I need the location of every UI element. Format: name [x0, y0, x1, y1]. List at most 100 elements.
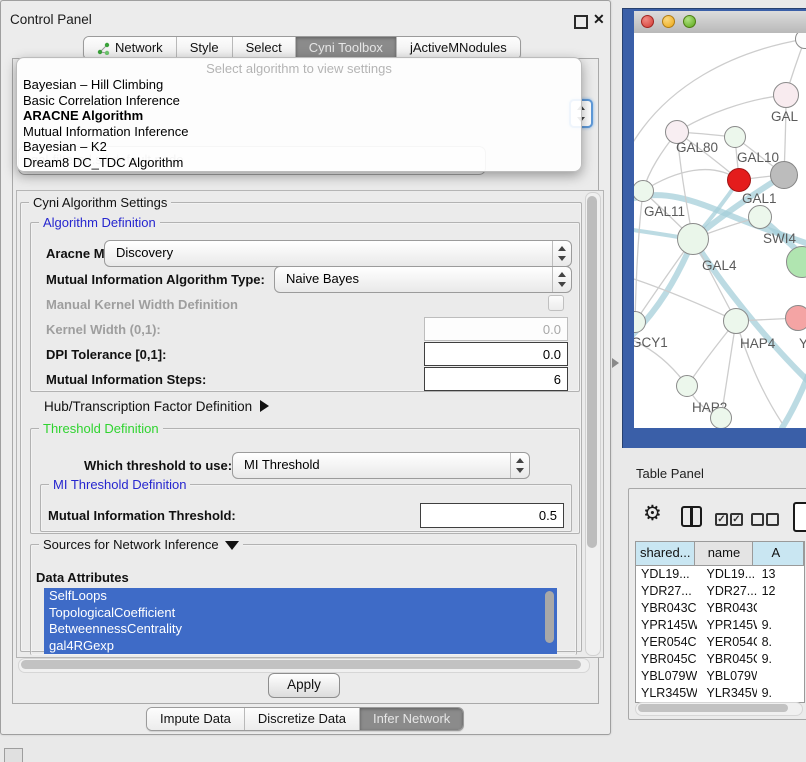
network-window-titlebar[interactable]	[634, 11, 806, 34]
column-header-partial[interactable]: A	[753, 542, 804, 565]
panel-grip-icon[interactable]	[4, 748, 23, 762]
table-cell[interactable]: YDL19...	[636, 566, 697, 583]
table-row[interactable]: YDL19...YDL19...13	[636, 566, 804, 583]
table-row[interactable]: YER054CYER054C8.	[636, 634, 804, 651]
table-row[interactable]: YBR045CYBR045C9.	[636, 651, 804, 668]
network-node-swi4[interactable]	[748, 205, 772, 229]
dropdown-item[interactable]: Mutual Information Inference	[23, 124, 575, 140]
attributes-list-scrollbar[interactable]	[544, 589, 556, 653]
sources-group-title[interactable]: Sources for Network Inference	[39, 537, 243, 552]
float-panel-icon[interactable]	[574, 15, 588, 29]
table-cell[interactable]: 12	[757, 583, 804, 600]
table-cell[interactable]: YBL079W	[697, 668, 757, 685]
unchecked-checkbox-icon[interactable]	[751, 513, 764, 526]
table-row[interactable]: YBL079WYBL079W	[636, 668, 804, 685]
table-cell[interactable]: YBR043C	[636, 600, 697, 617]
scrollbar-thumb[interactable]	[638, 704, 788, 712]
manual-kernel-width-label: Manual Kernel Width Definition	[46, 297, 238, 312]
network-node[interactable]	[710, 407, 732, 428]
tab-infer-network[interactable]: Infer Network	[360, 708, 463, 730]
tab-impute-data[interactable]: Impute Data	[147, 708, 245, 730]
attribute-list-item[interactable]: SelfLoops	[44, 588, 557, 605]
network-node-gal4[interactable]	[677, 223, 709, 255]
tab-network[interactable]: Network	[84, 37, 177, 59]
table-row[interactable]: YBR043CYBR043C	[636, 600, 804, 617]
table-cell[interactable]	[757, 600, 804, 617]
table-cell[interactable]: YDR27...	[636, 583, 697, 600]
mi-steps-field[interactable]: 6	[424, 367, 568, 391]
table-cell[interactable]: YER054C	[697, 634, 757, 651]
checked-checkbox-icon[interactable]: ✓	[715, 513, 728, 526]
table-cell[interactable]: YBR045C	[636, 651, 697, 668]
table-cell[interactable]: YDL19...	[697, 566, 757, 583]
tab-jactivemnodules[interactable]: jActiveMNodules	[397, 37, 520, 59]
table-cell[interactable]: 8.	[757, 634, 804, 651]
splitter-arrow-icon[interactable]	[612, 358, 619, 368]
attribute-list-item[interactable]: gal4RGexp	[44, 638, 557, 655]
dropdown-item[interactable]: Bayesian – K2	[23, 139, 575, 155]
network-canvas[interactable]: GALGAL80GAL10GAL1GAL11SWI4GAL4GCY1HAP4YH…	[634, 33, 806, 428]
table-cell[interactable]: YPR145W	[636, 617, 697, 634]
tab-select[interactable]: Select	[233, 37, 296, 59]
minimize-window-icon[interactable]	[662, 15, 675, 28]
close-panel-icon[interactable]: ✕	[593, 11, 605, 28]
dpi-tolerance-field[interactable]: 0.0	[424, 342, 568, 366]
table-cell[interactable]: 9.	[757, 651, 804, 668]
hub-definition-toggle[interactable]: Hub/Transcription Factor Definition	[44, 399, 269, 414]
aracne-mode-combobox[interactable]: Discovery	[104, 240, 572, 267]
table-cell[interactable]: YDR27...	[697, 583, 757, 600]
table-cell[interactable]: 9.	[757, 685, 804, 702]
table-cell[interactable]	[757, 668, 804, 685]
table-cell[interactable]: YLR345W	[697, 685, 757, 702]
mi-threshold-field[interactable]: 0.5	[420, 503, 564, 528]
column-header-name[interactable]: name	[695, 542, 753, 565]
close-window-icon[interactable]	[641, 15, 654, 28]
tab-cyni-toolbox[interactable]: Cyni Toolbox	[296, 37, 397, 59]
table-cell[interactable]: YBR045C	[697, 651, 757, 668]
table-cell[interactable]: YER054C	[636, 634, 697, 651]
manual-kernel-width-checkbox[interactable]	[548, 295, 564, 311]
table-cell[interactable]: YBR043C	[697, 600, 757, 617]
dropdown-item[interactable]: Bayesian – Hill Climbing	[23, 77, 575, 93]
network-node-y[interactable]	[785, 305, 806, 331]
table-row[interactable]: YPR145WYPR145W9.	[636, 617, 804, 634]
kernel-width-field[interactable]: 0.0	[424, 317, 568, 341]
table-cell[interactable]: 9.	[757, 617, 804, 634]
network-node-hap2[interactable]	[676, 375, 698, 397]
columns-icon[interactable]	[681, 506, 702, 527]
table-cell[interactable]: YLR345W	[636, 685, 697, 702]
mi-algorithm-type-combobox[interactable]: Naive Bayes	[274, 266, 572, 293]
unchecked-checkbox-icon[interactable]	[766, 513, 779, 526]
table-cell[interactable]: YBL079W	[636, 668, 697, 685]
gear-icon[interactable]: ⚙	[643, 503, 662, 524]
tab-discretize-data[interactable]: Discretize Data	[245, 708, 360, 730]
table-row[interactable]: YDR27...YDR27...12	[636, 583, 804, 600]
network-node[interactable]	[770, 161, 798, 189]
table-row[interactable]: YLR345WYLR345W9.	[636, 685, 804, 702]
dropdown-item[interactable]: Dream8 DC_TDC Algorithm	[23, 155, 575, 171]
dropdown-item[interactable]: ARACNE Algorithm	[23, 108, 575, 124]
attribute-list-item[interactable]: TopologicalCoefficient	[44, 605, 557, 622]
attribute-list-item[interactable]: BetweennessCentrality	[44, 621, 557, 638]
network-node-gal[interactable]	[773, 82, 799, 108]
settings-vertical-scrollbar[interactable]	[585, 192, 601, 656]
which-threshold-combobox[interactable]: MI Threshold	[232, 452, 530, 479]
document-icon[interactable]	[793, 502, 806, 532]
column-header-shared-name[interactable]: shared...	[636, 542, 695, 565]
scrollbar-thumb[interactable]	[587, 196, 597, 548]
scrollbar-thumb[interactable]	[545, 591, 554, 643]
network-node-gal1[interactable]	[727, 168, 751, 192]
table-cell[interactable]: YPR145W	[697, 617, 757, 634]
dropdown-item[interactable]: Basic Correlation Inference	[23, 93, 575, 109]
table-body: YDL19...YDL19...13YDR27...YDR27...12YBR0…	[636, 566, 804, 703]
apply-button[interactable]: Apply	[268, 673, 340, 698]
settings-horizontal-scrollbar[interactable]	[18, 658, 590, 673]
table-cell[interactable]: 13	[757, 566, 804, 583]
tab-style[interactable]: Style	[177, 37, 233, 59]
table-horizontal-scrollbar[interactable]	[635, 702, 803, 716]
checked-checkbox-icon[interactable]: ✓	[730, 513, 743, 526]
network-node-gal10[interactable]	[724, 126, 746, 148]
zoom-window-icon[interactable]	[683, 15, 696, 28]
scrollbar-thumb[interactable]	[21, 660, 581, 669]
network-node-hap4[interactable]	[723, 308, 749, 334]
